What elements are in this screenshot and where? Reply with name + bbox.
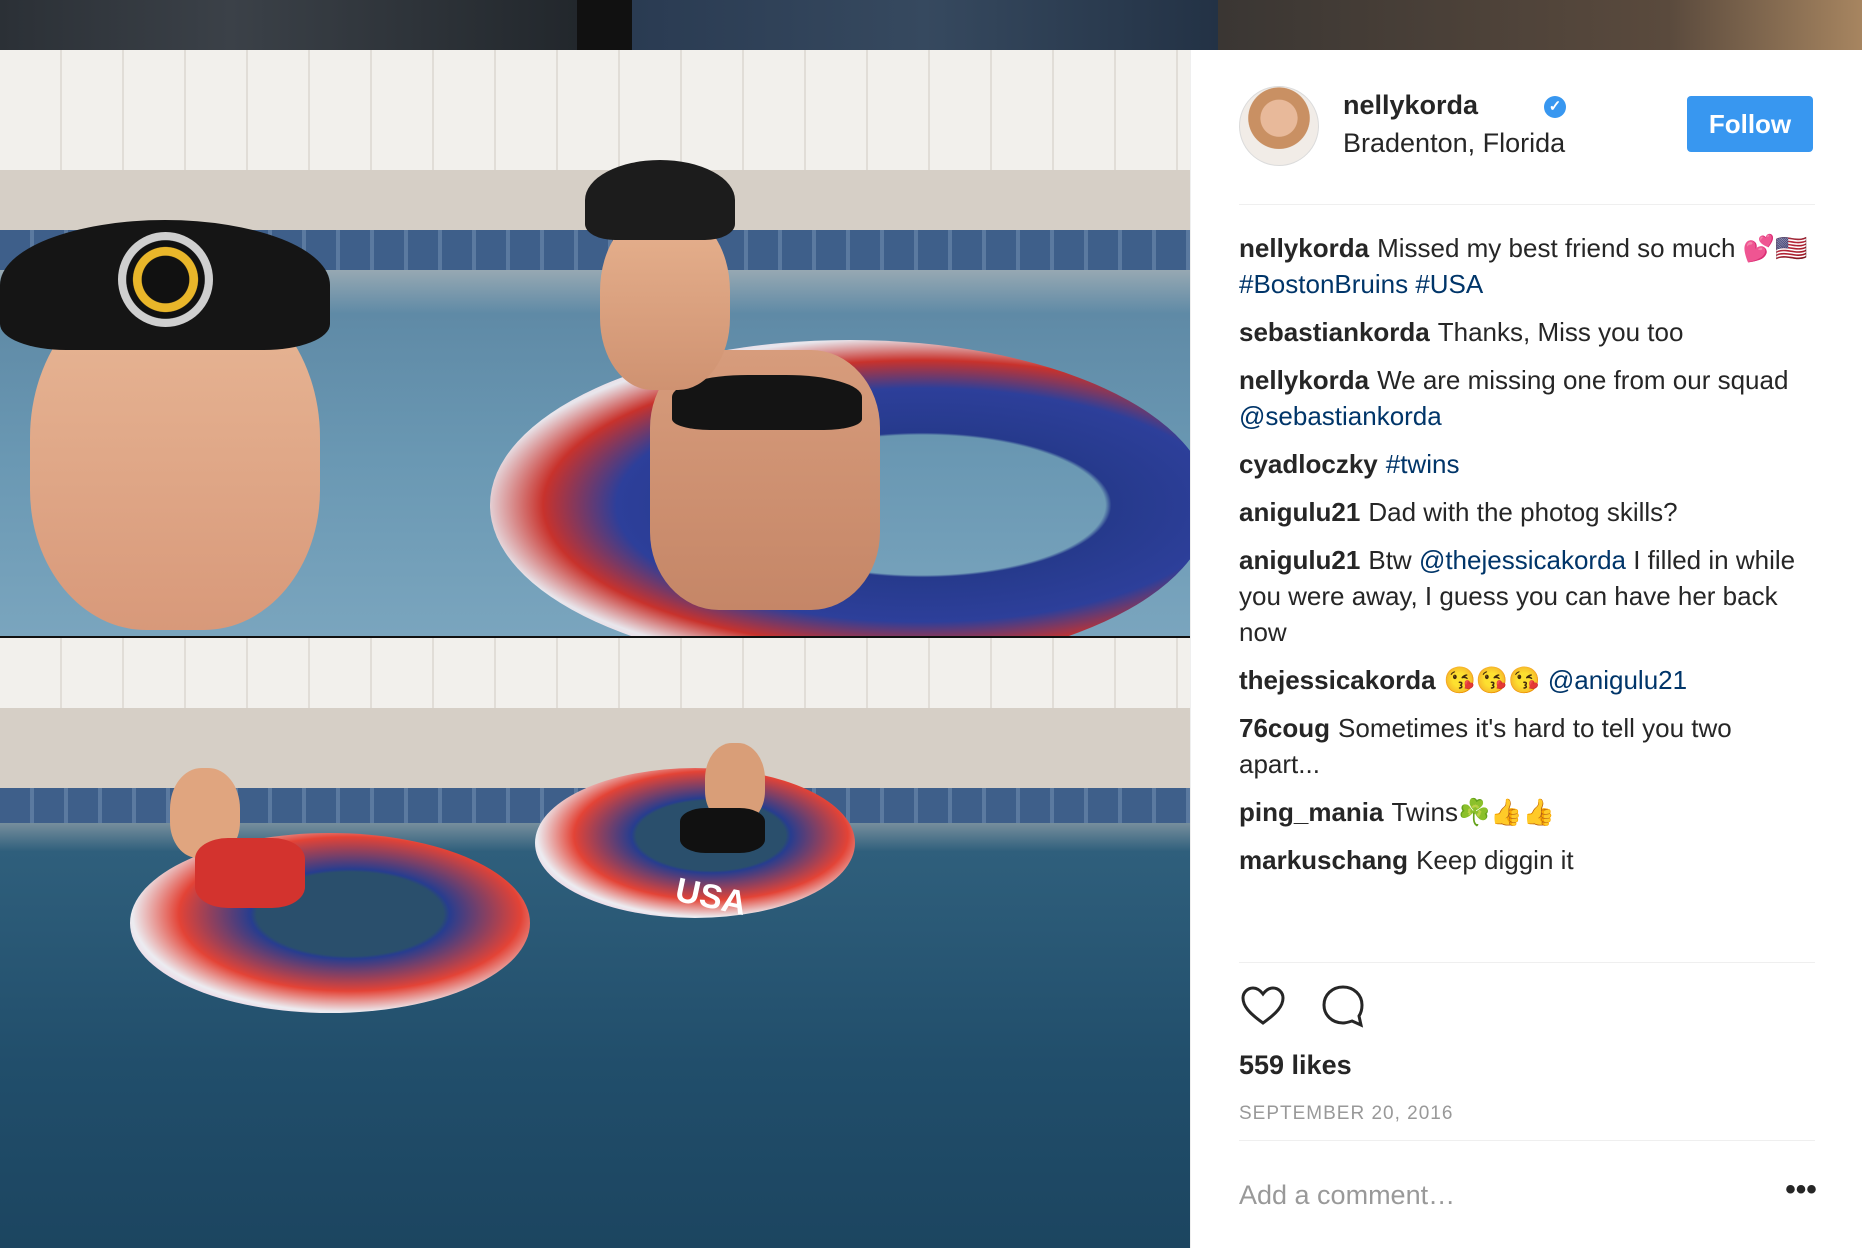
hashtag-link[interactable]: #twins bbox=[1386, 449, 1460, 479]
comment: thejessicakorda 😘😘😘 @anigulu21 bbox=[1239, 662, 1815, 698]
comment-text: Twins☘️👍👍 bbox=[1391, 797, 1556, 827]
comment: 76coug Sometimes it's hard to tell you tw… bbox=[1239, 710, 1815, 782]
red-top bbox=[195, 838, 305, 908]
comment: anigulu21 Btw @thejessicakorda I filled i… bbox=[1239, 542, 1815, 650]
avatar[interactable] bbox=[1239, 86, 1319, 166]
mention-link[interactable]: @sebastiankorda bbox=[1239, 401, 1442, 431]
background-thumbnail bbox=[632, 0, 1218, 50]
comment-text: Keep diggin it bbox=[1416, 845, 1574, 875]
thumbnail-gap bbox=[577, 0, 632, 50]
fence bbox=[0, 50, 1190, 190]
comment-text: Missed my best friend so much 💕🇺🇸 bbox=[1377, 233, 1808, 263]
comment: markuschang Keep diggin it bbox=[1239, 842, 1815, 878]
comment-list: nellykorda Missed my best friend so much … bbox=[1239, 230, 1815, 890]
comment-username[interactable]: cyadloczky bbox=[1239, 449, 1378, 479]
comment-username[interactable]: 76coug bbox=[1239, 713, 1330, 743]
black-bikini bbox=[672, 375, 862, 430]
comment: ping_mania Twins☘️👍👍 bbox=[1239, 794, 1815, 830]
background-thumbnail bbox=[1218, 0, 1862, 50]
comment-username[interactable]: sebastiankorda bbox=[1239, 317, 1430, 347]
comment-username[interactable]: nellykorda bbox=[1239, 365, 1369, 395]
comment-username[interactable]: anigulu21 bbox=[1239, 497, 1360, 527]
post-photo[interactable]: USA USA bbox=[0, 50, 1190, 1248]
follow-button[interactable]: Follow bbox=[1687, 96, 1813, 152]
divider bbox=[1239, 1140, 1815, 1141]
boston-cap bbox=[585, 160, 735, 240]
bruins-logo-icon bbox=[118, 232, 213, 327]
divider bbox=[1239, 204, 1815, 205]
photo-top-selfie: USA bbox=[0, 50, 1190, 636]
comment-username[interactable]: thejessicakorda bbox=[1239, 665, 1436, 695]
comment: anigulu21 Dad with the photog skills? bbox=[1239, 494, 1815, 530]
comment-text: 😘😘😘 bbox=[1443, 665, 1548, 695]
comment-username[interactable]: anigulu21 bbox=[1239, 545, 1360, 575]
comment-text: We are missing one from our squad bbox=[1377, 365, 1789, 395]
background-thumbnail-strip bbox=[0, 0, 1862, 50]
comment-username[interactable]: nellykorda bbox=[1239, 233, 1369, 263]
verified-badge-icon: ✓ bbox=[1544, 96, 1566, 118]
comment-username[interactable]: markuschang bbox=[1239, 845, 1408, 875]
comment-text: Btw bbox=[1368, 545, 1419, 575]
header-username[interactable]: nellykorda bbox=[1343, 90, 1478, 121]
comment: cyadloczky #twins bbox=[1239, 446, 1815, 482]
post-details-panel: nellykorda ✓ Bradenton, Florida Follow n… bbox=[1190, 50, 1862, 1248]
comment-text: Dad with the photog skills? bbox=[1368, 497, 1678, 527]
likes-count[interactable]: 559 likes bbox=[1239, 1050, 1352, 1081]
hashtag-link[interactable]: #BostonBruins #USA bbox=[1239, 269, 1483, 299]
more-options-icon[interactable]: ••• bbox=[1781, 1175, 1821, 1215]
location-link[interactable]: Bradenton, Florida bbox=[1343, 128, 1565, 159]
post-date[interactable]: SEPTEMBER 20, 2016 bbox=[1239, 1103, 1453, 1125]
comment: sebastiankorda Thanks, Miss you too bbox=[1239, 314, 1815, 350]
heart-icon[interactable] bbox=[1239, 982, 1289, 1032]
black-top bbox=[680, 808, 765, 853]
add-comment-input[interactable] bbox=[1239, 1170, 1739, 1220]
usa-inner-tube bbox=[130, 833, 530, 1013]
comment: nellykorda Missed my best friend so much … bbox=[1239, 230, 1815, 302]
mention-link[interactable]: @anigulu21 bbox=[1548, 665, 1687, 695]
photo-bottom-pool: USA bbox=[0, 638, 1190, 1248]
comment-icon[interactable] bbox=[1319, 982, 1369, 1032]
comment-username[interactable]: ping_mania bbox=[1239, 797, 1383, 827]
comment-text: Thanks, Miss you too bbox=[1437, 317, 1684, 347]
post-header: nellykorda ✓ Bradenton, Florida Follow bbox=[1239, 86, 1815, 186]
mention-link[interactable]: @thejessicakorda bbox=[1419, 545, 1626, 575]
comment: nellykorda We are missing one from our sq… bbox=[1239, 362, 1815, 434]
background-thumbnail bbox=[0, 0, 577, 50]
action-bar bbox=[1239, 982, 1815, 1032]
divider bbox=[1239, 962, 1815, 963]
